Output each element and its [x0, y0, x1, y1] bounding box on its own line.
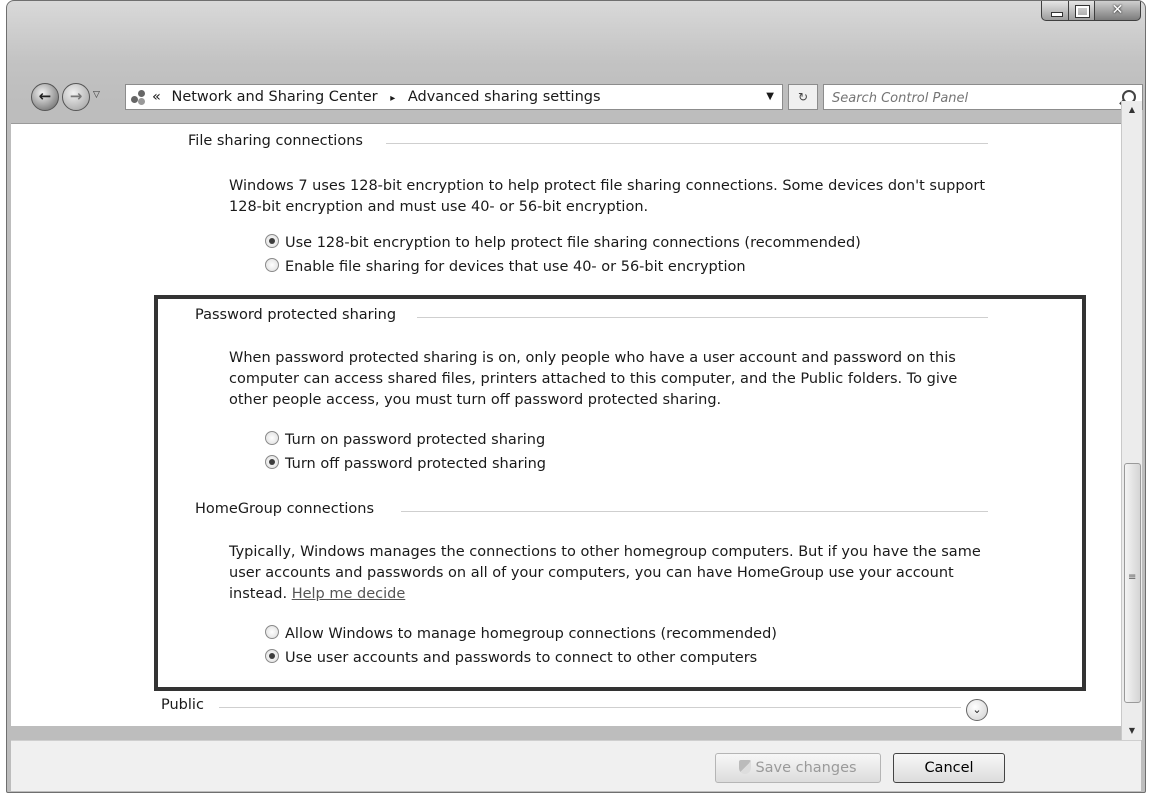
forward-arrow-icon: →: [69, 87, 83, 105]
section-file-sharing-header: File sharing connections: [188, 133, 988, 149]
section-title: File sharing connections: [188, 133, 363, 149]
section-description: When password protected sharing is on, o…: [229, 350, 958, 408]
section-title[interactable]: Public: [161, 697, 204, 713]
back-button[interactable]: ←: [31, 83, 59, 111]
close-icon: ✕: [1111, 2, 1124, 18]
scroll-up-icon[interactable]: ▲: [1122, 101, 1142, 119]
radio-label[interactable]: Turn on password protected sharing: [285, 432, 545, 448]
settings-content: File sharing connections Windows 7 uses …: [11, 123, 1121, 726]
radio-button[interactable]: [265, 258, 279, 272]
grip-icon: ≡: [1128, 572, 1137, 583]
divider: [386, 143, 988, 144]
breadcrumb-overflow[interactable]: «: [152, 89, 161, 105]
radio-label[interactable]: Enable file sharing for devices that use…: [285, 259, 746, 275]
refresh-icon: ↻: [797, 90, 809, 104]
shield-icon: [739, 760, 752, 774]
section-description: Typically, Windows manages the connectio…: [229, 542, 994, 605]
search-input[interactable]: [830, 87, 1114, 109]
radio-label[interactable]: Use user accounts and passwords to conne…: [285, 650, 757, 666]
breadcrumb: « Network and Sharing Center ▸ Advanced …: [152, 85, 601, 111]
forward-button[interactable]: →: [62, 83, 90, 111]
divider: [417, 317, 988, 318]
radio-option[interactable]: Use user accounts and passwords to conne…: [265, 646, 757, 670]
cancel-button[interactable]: Cancel: [893, 753, 1005, 783]
radio-label[interactable]: Turn off password protected sharing: [285, 456, 546, 472]
divider: [401, 511, 988, 512]
title-bar: ✕: [7, 1, 1145, 51]
section-description: Windows 7 uses 128-bit encryption to hel…: [229, 178, 986, 215]
save-changes-label[interactable]: Save changes: [755, 760, 856, 776]
radio-option[interactable]: Use 128-bit encryption to help protect f…: [265, 231, 861, 255]
address-dropdown-icon[interactable]: ▼: [766, 85, 774, 109]
breadcrumb-network-and-sharing-center[interactable]: Network and Sharing Center: [171, 89, 377, 105]
radio-option[interactable]: Turn off password protected sharing: [265, 452, 546, 476]
section-homegroup-header: HomeGroup connections: [195, 501, 988, 517]
cancel-label[interactable]: Cancel: [924, 760, 973, 776]
radio-button[interactable]: [265, 455, 279, 469]
address-bar[interactable]: « Network and Sharing Center ▸ Advanced …: [125, 84, 783, 110]
close-button[interactable]: ✕: [1095, 1, 1141, 21]
vertical-scrollbar[interactable]: ▲ ≡ ▼: [1121, 101, 1142, 740]
scroll-down-icon[interactable]: ▼: [1122, 722, 1142, 740]
expand-chevron-icon[interactable]: ⌄: [966, 699, 988, 721]
network-icon: [130, 89, 146, 105]
help-me-decide-link[interactable]: Help me decide: [292, 586, 406, 602]
section-public-header[interactable]: Public: [161, 697, 961, 713]
radio-button[interactable]: [265, 431, 279, 445]
radio-button[interactable]: [265, 649, 279, 663]
breadcrumb-separator-icon[interactable]: ▸: [390, 93, 395, 104]
radio-option[interactable]: Turn on password protected sharing: [265, 428, 545, 452]
minimize-button[interactable]: [1041, 1, 1069, 21]
save-changes-button[interactable]: Save changes: [715, 753, 881, 783]
section-title: HomeGroup connections: [195, 501, 375, 517]
breadcrumb-advanced-sharing-settings[interactable]: Advanced sharing settings: [408, 89, 601, 105]
control-panel-window: ✕ ← → ▽ « Network and Sharing Center ▸ A…: [6, 0, 1146, 793]
scroll-thumb[interactable]: ≡: [1124, 463, 1141, 703]
back-arrow-icon: ←: [38, 87, 52, 105]
radio-label[interactable]: Use 128-bit encryption to help protect f…: [285, 235, 861, 251]
recent-pages-dropdown[interactable]: ▽: [93, 90, 100, 100]
maximize-button[interactable]: [1069, 1, 1095, 21]
radio-button[interactable]: [265, 625, 279, 639]
section-password-header: Password protected sharing: [195, 307, 988, 323]
radio-option[interactable]: Allow Windows to manage homegroup connec…: [265, 622, 777, 646]
radio-label[interactable]: Allow Windows to manage homegroup connec…: [285, 626, 777, 642]
search-box[interactable]: [823, 84, 1143, 110]
divider: [219, 707, 961, 708]
refresh-button[interactable]: ↻: [788, 84, 818, 110]
footer-bar: Save changes Cancel: [11, 740, 1141, 791]
caption-buttons: ✕: [1041, 1, 1141, 23]
radio-option[interactable]: Enable file sharing for devices that use…: [265, 255, 746, 279]
radio-button[interactable]: [265, 234, 279, 248]
section-title: Password protected sharing: [195, 307, 397, 323]
